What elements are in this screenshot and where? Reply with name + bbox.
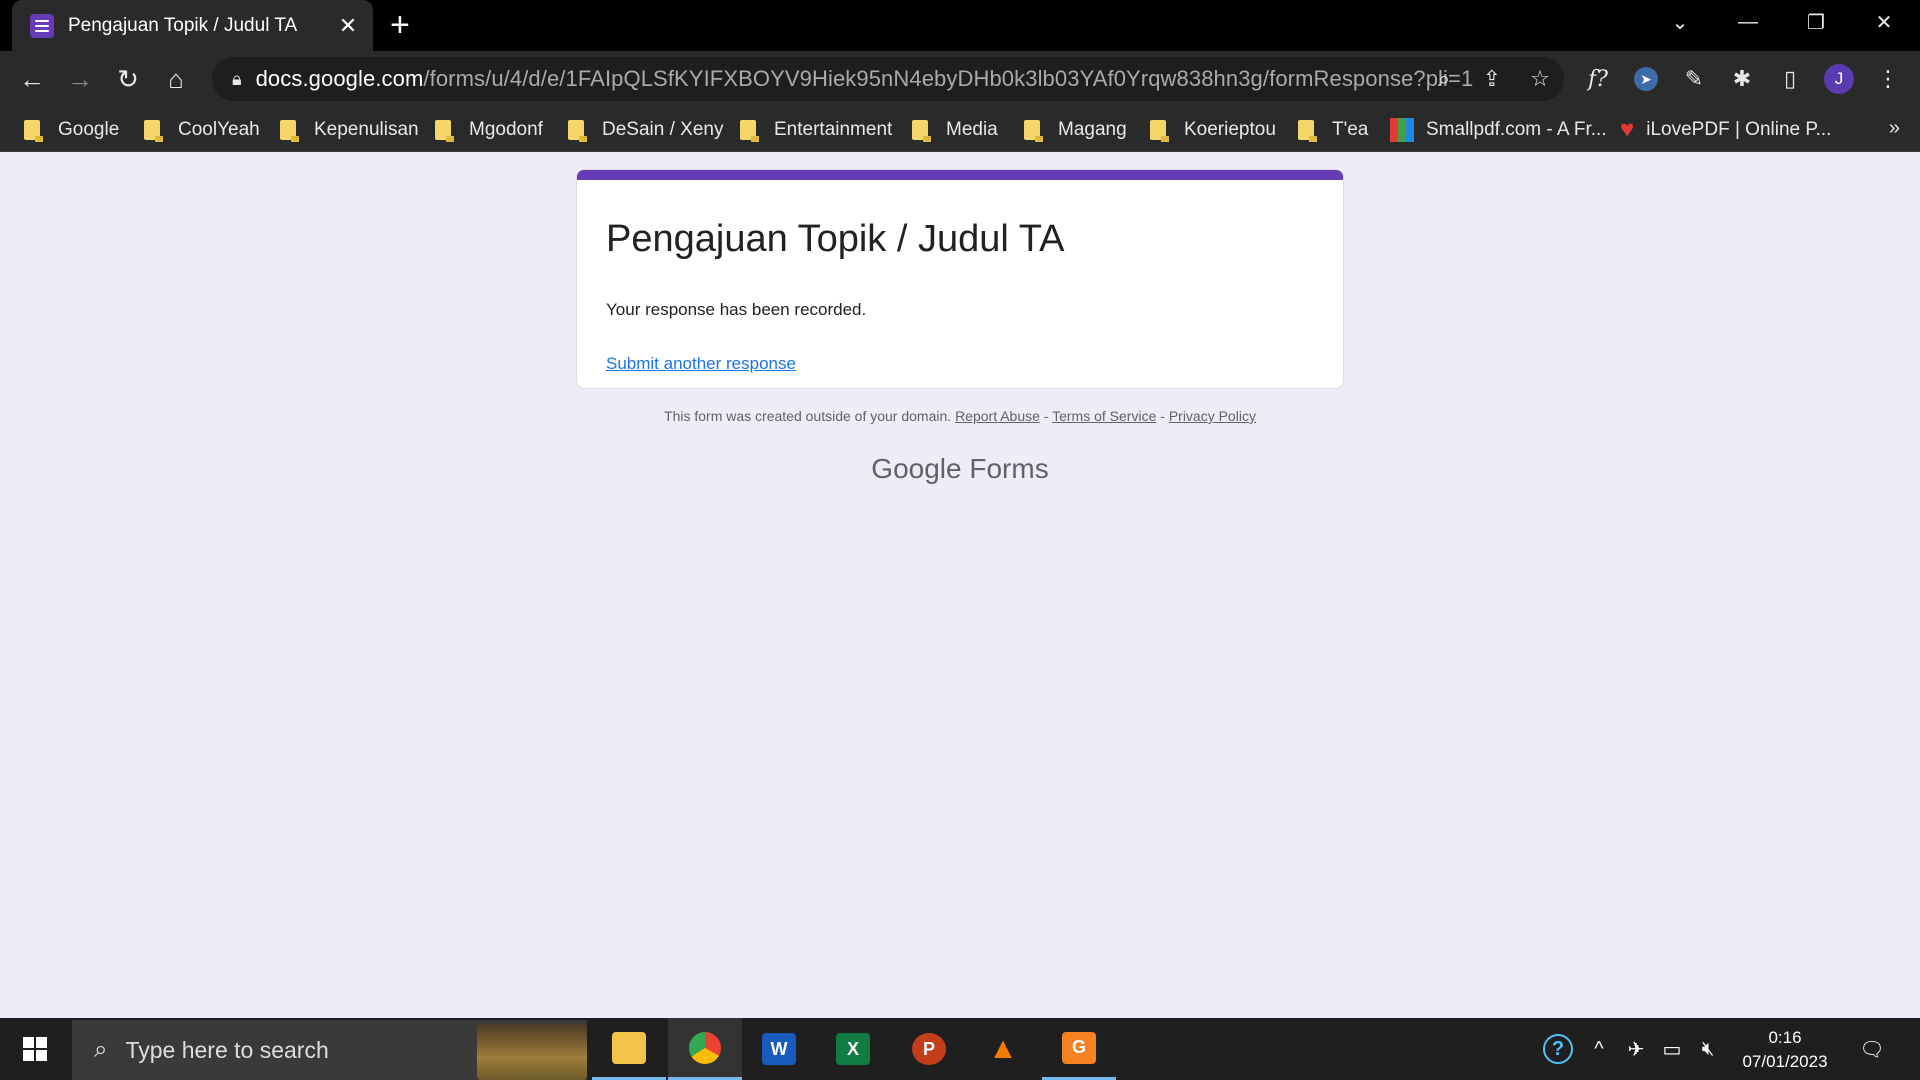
address-bar[interactable]: 🔒︎ docs.google.com/forms/u/4/d/e/1FAIpQL… xyxy=(212,57,1564,101)
folder-icon xyxy=(568,119,587,142)
excel-icon: X xyxy=(836,1033,870,1065)
form-title: Pengajuan Topik / Judul TA xyxy=(606,218,1065,260)
minimize-icon[interactable]: — xyxy=(1714,0,1782,44)
privacy-link[interactable]: Privacy Policy xyxy=(1169,408,1256,424)
taskbar-pdf-app[interactable]: G xyxy=(1042,1018,1116,1080)
home-icon[interactable]: ⌂ xyxy=(158,61,194,97)
form-page: Pengajuan Topik / Judul TA Your response… xyxy=(0,153,1920,1018)
taskbar-vlc[interactable]: ▲ xyxy=(966,1018,1040,1080)
taskbar-word[interactable]: W xyxy=(742,1018,816,1080)
forward-icon[interactable]: → xyxy=(62,61,98,97)
airplane-mode-icon[interactable]: ✈ xyxy=(1620,1018,1652,1080)
file-explorer-icon xyxy=(612,1031,646,1064)
bookmarks-bar: Google CoolYeah Kepenulisan Mgodonf DeSa… xyxy=(0,107,1920,152)
windows-logo-icon xyxy=(23,1037,47,1061)
extensions-puzzle-icon[interactable]: ✱ xyxy=(1726,63,1758,95)
bookmark-google[interactable]: Google xyxy=(24,107,119,152)
response-card: Pengajuan Topik / Judul TA Your response… xyxy=(576,169,1344,389)
new-tab-icon[interactable]: + xyxy=(390,8,410,42)
reload-icon[interactable]: ↻ xyxy=(110,61,146,97)
folder-icon xyxy=(24,119,43,142)
folder-icon xyxy=(1024,119,1043,142)
more-bookmarks-icon[interactable]: » xyxy=(1889,117,1900,140)
pen-extension-icon[interactable]: ✎ xyxy=(1678,63,1710,95)
tab-close-icon[interactable]: ✕ xyxy=(331,13,365,39)
vlc-icon: ▲ xyxy=(988,1032,1018,1065)
bookmark-smallpdf[interactable]: Smallpdf.com - A Fr... xyxy=(1390,107,1607,152)
zoom-icon[interactable]: ⌕ xyxy=(1430,65,1458,93)
smallpdf-icon xyxy=(1390,117,1414,142)
search-placeholder: Type here to search xyxy=(125,1036,329,1063)
forms-favicon-icon xyxy=(30,13,54,38)
tab-strip: Pengajuan Topik / Judul TA ✕ + ⌄ — ❐ ✕ xyxy=(0,0,1920,51)
battery-icon[interactable]: ▭ xyxy=(1656,1018,1688,1080)
notification-center-icon[interactable]: 🗨︎ xyxy=(1852,1018,1892,1080)
taskbar-powerpoint[interactable]: P xyxy=(892,1018,966,1080)
bookmark-magang[interactable]: Magang xyxy=(1024,107,1127,152)
bookmark-kepenulisan[interactable]: Kepenulisan xyxy=(280,107,419,152)
report-abuse-link[interactable]: Report Abuse xyxy=(955,408,1040,424)
formula-extension-icon[interactable]: f? xyxy=(1582,63,1614,95)
bookmark-desain-xeny[interactable]: DeSain / Xeny xyxy=(568,107,723,152)
profile-avatar[interactable]: J xyxy=(1824,64,1854,94)
bookmark-media[interactable]: Media xyxy=(912,107,998,152)
folder-icon xyxy=(1298,119,1317,142)
volume-muted-icon[interactable]: 🔇︎ xyxy=(1692,1018,1724,1080)
footer-note: This form was created outside of your do… xyxy=(664,408,1256,424)
confirmation-message: Your response has been recorded. xyxy=(606,300,867,319)
windows-taskbar: ⌕ Type here to search W X P ▲ G ? ^ ✈ ▭ … xyxy=(0,1018,1920,1080)
search-icon: ⌕ xyxy=(94,1036,108,1063)
folder-icon xyxy=(144,119,163,142)
taskbar-chrome[interactable] xyxy=(668,1018,742,1080)
url-text[interactable]: docs.google.com/forms/u/4/d/e/1FAIpQLSfK… xyxy=(256,66,1474,92)
terms-link[interactable]: Terms of Service xyxy=(1052,408,1156,424)
side-panel-icon[interactable]: ▯ xyxy=(1774,63,1806,95)
tab-title: Pengajuan Topik / Judul TA xyxy=(68,14,298,36)
start-button[interactable] xyxy=(0,1018,70,1080)
submit-another-link[interactable]: Submit another response xyxy=(606,354,796,374)
folder-icon xyxy=(740,119,759,142)
menu-kebab-icon[interactable]: ⋮ xyxy=(1872,63,1904,95)
powerpoint-icon: P xyxy=(912,1033,946,1065)
share-icon[interactable]: ⇪ xyxy=(1478,65,1506,93)
bookmark-star-icon[interactable]: ☆ xyxy=(1526,65,1554,93)
tab-search-chevron-icon[interactable]: ⌄ xyxy=(1646,0,1714,44)
google-forms-logo[interactable]: Google Forms xyxy=(0,453,1920,485)
taskbar-search-box[interactable]: ⌕ Type here to search xyxy=(72,1020,587,1080)
search-highlight-image[interactable] xyxy=(477,1024,587,1080)
card-accent-bar xyxy=(577,170,1343,180)
taskbar-excel[interactable]: X xyxy=(816,1018,890,1080)
bookmark-koerieptou[interactable]: Koerieptou xyxy=(1150,107,1276,152)
taskbar-file-explorer[interactable] xyxy=(592,1018,666,1080)
tray-expand-icon[interactable]: ^ xyxy=(1584,1018,1614,1080)
close-window-icon[interactable]: ✕ xyxy=(1850,0,1918,44)
navigation-toolbar: ← → ↻ ⌂ 🔒︎ docs.google.com/forms/u/4/d/e… xyxy=(0,51,1920,107)
bookmark-tea[interactable]: T'ea xyxy=(1298,107,1368,152)
clock-time: 0:16 xyxy=(1768,1028,1802,1047)
bookmark-mgodonf[interactable]: Mgodonf xyxy=(435,107,543,152)
folder-icon xyxy=(1150,119,1169,142)
chrome-icon xyxy=(689,1031,721,1064)
taskbar-clock[interactable]: 0:16 07/01/2023 xyxy=(1730,1026,1840,1074)
bookmark-ilovepdf[interactable]: ♥ iLovePDF | Online P... xyxy=(1620,107,1831,152)
lock-icon[interactable]: 🔒︎ xyxy=(232,69,242,90)
ilovepdf-heart-icon: ♥ xyxy=(1620,115,1635,143)
folder-icon xyxy=(435,119,454,142)
bookmark-coolyeah[interactable]: CoolYeah xyxy=(144,107,260,152)
bookmark-entertainment[interactable]: Entertainment xyxy=(740,107,892,152)
restore-icon[interactable]: ❐ xyxy=(1782,0,1850,44)
pdf-app-icon: G xyxy=(1062,1031,1096,1064)
word-icon: W xyxy=(762,1033,796,1065)
clock-date: 07/01/2023 xyxy=(1742,1052,1828,1071)
cursor-extension-icon[interactable]: ➤ xyxy=(1630,63,1662,95)
browser-tab[interactable]: Pengajuan Topik / Judul TA ✕ xyxy=(12,0,373,51)
back-icon[interactable]: ← xyxy=(14,61,50,97)
folder-icon xyxy=(280,119,299,142)
help-badge-icon[interactable]: ? xyxy=(1538,1018,1578,1080)
folder-icon xyxy=(912,119,931,142)
